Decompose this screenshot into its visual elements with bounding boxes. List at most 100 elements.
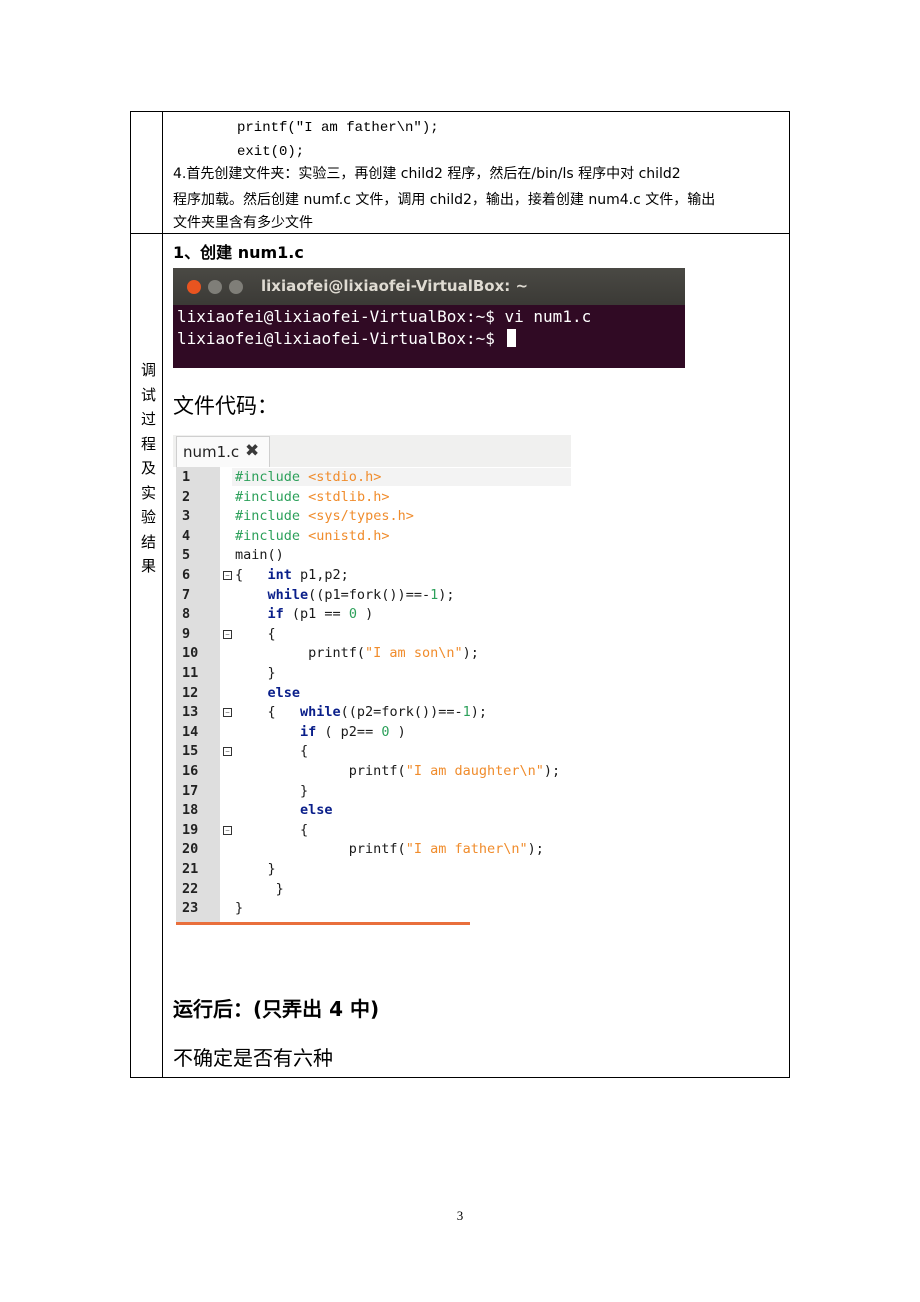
code-line: 15 − { (173, 743, 571, 763)
line-number: 20 (182, 841, 199, 858)
side-label-char: 结 (141, 532, 157, 551)
code-text: { (235, 625, 276, 642)
line-number: 1 (182, 469, 191, 485)
side-label-char: 过 (141, 410, 157, 428)
code-line: 2 #include <stdlib.h> (173, 489, 571, 509)
code-text: } (235, 665, 276, 681)
line-number: 3 (182, 508, 191, 525)
code-line: 9 − { (173, 626, 571, 646)
line-number: 13 (182, 704, 199, 721)
code-line: 23} (173, 900, 571, 920)
code-text: #include <stdlib.h> (235, 488, 390, 505)
code-text: #include <sys/types.h> (235, 508, 414, 525)
code-text: #include <stdio.h> (235, 469, 382, 485)
code-text: { (235, 821, 309, 838)
code-line: 1 #include <stdio.h> (173, 469, 571, 489)
code-line: 12 else (173, 685, 571, 705)
terminal-body: lixiaofei@lixiaofei-VirtualBox:~$ vi num… (173, 305, 685, 368)
line-number: 14 (182, 723, 199, 740)
document-table: printf("I am father\n"); exit(0); 4.首先创建… (130, 111, 790, 1078)
code-text: #include <unistd.h> (235, 527, 390, 544)
maximize-icon (229, 280, 243, 294)
fold-toggle-icon[interactable]: − (223, 629, 232, 639)
side-label-char: 果 (141, 557, 157, 575)
code-line-printf: printf("I am father\n"); (237, 120, 439, 136)
code-line: 18 else (173, 802, 571, 822)
code-text: else (267, 684, 301, 701)
code-text: while((p1=fork())==-1); (267, 586, 455, 603)
step4-text-line-3: 文件夹里含有多少文件 (173, 215, 313, 231)
editor-underline (176, 922, 470, 925)
line-number: 21 (182, 861, 199, 877)
fold-toggle-icon[interactable]: − (223, 747, 232, 757)
code-line: 13 − { while((p2=fork())==-1); (173, 704, 571, 724)
code-editor: num1.c ✖ 1 #include <stdio.h> 2 #include <s… (173, 435, 571, 925)
line-number: 9 (182, 625, 191, 642)
line-number: 10 (182, 645, 199, 662)
code-line: 11 } (173, 665, 571, 685)
line-number: 8 (182, 606, 191, 623)
code-text: if (p1 == 0 ) (267, 606, 374, 623)
side-label-char: 调 (141, 361, 157, 379)
code-line: 3 #include <sys/types.h> (173, 508, 571, 528)
code-line: 16 printf("I am daughter\n"); (173, 763, 571, 783)
code-line: 22 } (173, 881, 571, 901)
fold-toggle-icon[interactable]: − (223, 571, 232, 580)
side-label-char: 验 (141, 508, 157, 526)
code-text: } (235, 880, 284, 897)
terminal-cursor (506, 329, 516, 347)
terminal-titlebar: lixiaofei@lixiaofei-VirtualBox: ~ (173, 268, 685, 305)
code-text: else (300, 802, 333, 819)
side-label-char: 实 (141, 483, 157, 502)
minimize-icon (208, 280, 222, 294)
line-number: 7 (182, 586, 191, 603)
line-number: 22 (182, 880, 199, 897)
code-text: { int p1,p2; (235, 567, 349, 583)
code-line: 10 printf("I am son\n"); (173, 645, 571, 665)
code-text: printf("I am father\n"); (235, 841, 544, 858)
code-line: 14 if ( p2== 0 ) (173, 724, 571, 744)
line-number: 11 (182, 665, 199, 681)
step4-text-line-1: 4.首先创建文件夹：实验三，再创建 child2 程序，然后在/bin/ls 程… (173, 166, 681, 182)
code-line: 21 } (173, 861, 571, 881)
terminal-prompt: lixiaofei@lixiaofei-VirtualBox:~$ (177, 329, 505, 348)
code-text: } (235, 900, 244, 917)
code-line: 5 main() (173, 547, 571, 567)
close-x-icon: ✖ (245, 441, 260, 461)
line-number: 23 (182, 900, 199, 917)
after-run-note: 不确定是否有六种 (173, 1046, 333, 1070)
side-label-char: 试 (141, 385, 157, 404)
step1-heading: 1、创建 num1.c (173, 243, 304, 262)
code-line: 20 printf("I am father\n"); (173, 841, 571, 861)
fold-toggle-icon[interactable]: − (223, 825, 232, 835)
editor-tab-bar: num1.c ✖ (173, 435, 571, 467)
code-line: 19 − { (173, 822, 571, 842)
code-text: { while((p2=fork())==-1); (235, 704, 488, 721)
code-line: 6 −{ int p1,p2; (173, 567, 571, 587)
editor-tab: num1.c ✖ (176, 436, 270, 467)
terminal-line-2: lixiaofei@lixiaofei-VirtualBox:~$ (177, 329, 516, 348)
code-heading: 文件代码： (173, 394, 278, 418)
line-number: 18 (182, 802, 199, 819)
close-icon (187, 280, 201, 294)
table-column-divider (162, 112, 163, 1077)
code-text: } (235, 861, 276, 877)
code-line: 7 while((p1=fork())==-1); (173, 587, 571, 607)
section-side-label: 调试过程及实验结果 (141, 358, 157, 579)
terminal-window: lixiaofei@lixiaofei-VirtualBox: ~ lixiao… (173, 268, 685, 368)
code-text: } (235, 782, 309, 799)
fold-toggle-icon[interactable]: − (223, 708, 232, 718)
line-number: 2 (182, 488, 191, 505)
code-line-exit: exit(0); (237, 144, 305, 160)
page-number: 3 (456, 1208, 464, 1223)
terminal-line-1: lixiaofei@lixiaofei-VirtualBox:~$ vi num… (177, 307, 592, 326)
code-text: if ( p2== 0 ) (300, 723, 406, 740)
line-number: 16 (182, 763, 199, 779)
code-text: { (235, 743, 309, 760)
line-number: 15 (182, 743, 199, 760)
line-number: 5 (182, 547, 191, 564)
code-text: printf("I am son\n"); (235, 645, 479, 662)
line-number: 17 (182, 782, 199, 799)
code-line: 8 if (p1 == 0 ) (173, 606, 571, 626)
line-number: 6 (182, 567, 191, 583)
